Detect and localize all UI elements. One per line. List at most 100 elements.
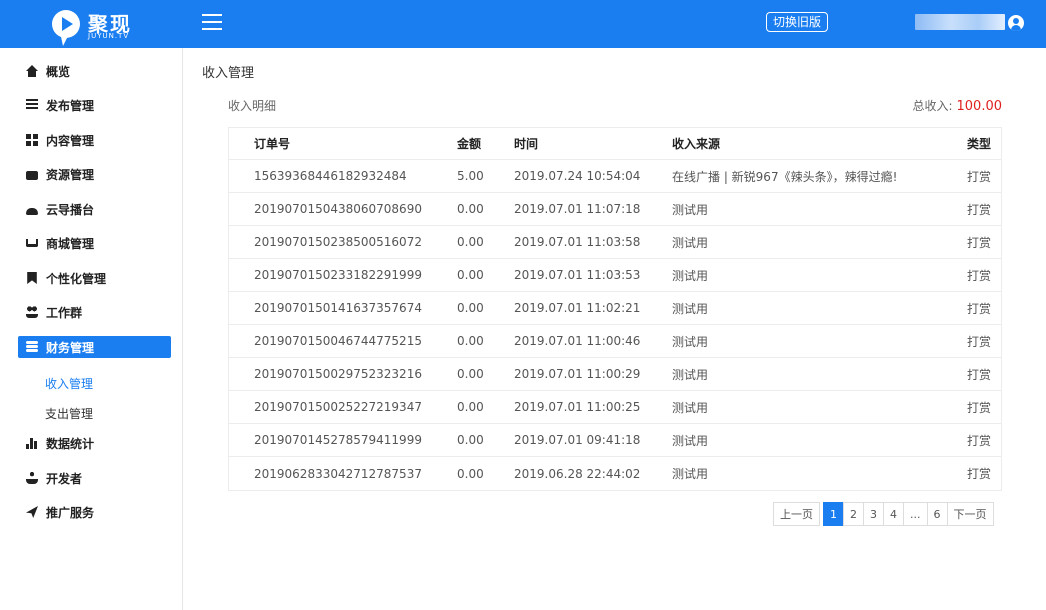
sidebar-item-label: 资源管理 [46, 167, 95, 182]
order-no-cell: 2019070150233182291999 [254, 268, 422, 282]
total-income: 总收入: 100.00 [912, 97, 1002, 114]
header-time: 时间 [514, 137, 539, 151]
sidebar-item-label: 发布管理 [46, 98, 95, 113]
amount-cell: 0.00 [457, 433, 484, 447]
sidebar-item-label: 工作群 [46, 305, 83, 320]
sidebar-item-resources[interactable]: 资源管理 [18, 163, 171, 185]
order-no-cell: 2019070145278579411999 [254, 433, 422, 447]
time-cell: 2019.07.01 11:03:58 [514, 235, 641, 249]
hdd-icon [26, 171, 38, 180]
send-icon [26, 506, 38, 518]
table-row: 2019070150141637357674 0.00 2019.07.01 11:… [229, 292, 1001, 325]
time-cell: 2019.07.01 11:03:53 [514, 268, 641, 282]
table-header-row: 订单号 金额 时间 收入来源 类型 [229, 128, 1001, 160]
sidebar: 概览 发布管理 内容管理 资源管理 云导播台 商城管理 个性化管理 工作群 财务… [0, 48, 183, 610]
type-cell: 打赏 [966, 268, 991, 283]
source-cell: 测试用 [672, 400, 709, 415]
page-6-button[interactable]: 6 [926, 502, 948, 526]
time-cell: 2019.07.01 11:00:25 [514, 400, 641, 414]
sidebar-item-finance[interactable]: 财务管理 [18, 336, 171, 358]
prev-page-button[interactable]: 上一页 [773, 502, 820, 526]
total-income-amount: 100.00 [956, 99, 1003, 114]
order-no-cell: 2019070150025227219347 [254, 400, 422, 414]
sidebar-subitem-income[interactable]: 收入管理 [45, 375, 93, 392]
cloud-icon [26, 207, 38, 215]
sidebar-item-cloud-director[interactable]: 云导播台 [18, 198, 171, 220]
table-row: 2019070150029752323216 0.00 2019.07.01 11:… [229, 358, 1001, 391]
amount-cell: 0.00 [457, 466, 484, 481]
amount-cell: 0.00 [457, 400, 484, 414]
page-1-button[interactable]: 1 [823, 502, 844, 526]
page-3-button[interactable]: 3 [863, 502, 884, 526]
sidebar-item-label: 概览 [46, 64, 71, 79]
next-page-button[interactable]: 下一页 [946, 502, 994, 526]
table-row: 2019070150025227219347 0.00 2019.07.01 11:… [229, 391, 1001, 424]
type-cell: 打赏 [966, 367, 991, 382]
time-cell: 2019.07.24 10:54:04 [514, 169, 641, 183]
table-row: 2019070150438060708690 0.00 2019.07.01 11:… [229, 193, 1001, 226]
order-no-cell: 2019070150438060708690 [254, 202, 422, 216]
sidebar-item-developer[interactable]: 开发者 [18, 467, 171, 489]
type-cell: 打赏 [966, 467, 991, 481]
username-masked[interactable] [915, 14, 1005, 30]
page-2-button[interactable]: 2 [843, 502, 864, 526]
type-cell: 打赏 [966, 433, 991, 448]
type-cell: 打赏 [966, 235, 991, 250]
table-row: 15639368446182932484 5.00 2019.07.24 10:54… [229, 160, 1001, 193]
source-cell: 测试用 [672, 467, 709, 481]
time-cell: 2019.06.28 22:44:02 [514, 466, 641, 481]
sidebar-item-label: 财务管理 [46, 340, 95, 355]
brand-logo[interactable]: 聚现 JUYUN.TV [52, 8, 172, 46]
sidebar-item-label: 推广服务 [46, 505, 95, 520]
page-4-button[interactable]: 4 [883, 502, 904, 526]
page-ellipsis: ... [903, 502, 928, 526]
pagination: 上一页 1 2 3 4 ... 6 下一页 [773, 502, 994, 526]
header-source: 收入来源 [672, 137, 721, 151]
type-cell: 打赏 [966, 202, 991, 217]
switch-old-version-button[interactable]: 切换旧版 [766, 12, 829, 32]
user-avatar-icon[interactable] [1008, 15, 1024, 31]
database-icon [26, 341, 38, 353]
sidebar-item-label: 个性化管理 [46, 271, 107, 286]
sidebar-item-label: 云导播台 [46, 202, 95, 217]
cart-icon [26, 239, 38, 247]
amount-cell: 5.00 [457, 169, 484, 183]
amount-cell: 0.00 [457, 235, 484, 249]
sidebar-subitem-expense[interactable]: 支出管理 [45, 405, 93, 422]
source-cell: 测试用 [672, 202, 709, 217]
hamburger-menu-icon[interactable] [202, 14, 222, 32]
header-amount: 金额 [457, 137, 482, 151]
amount-cell: 0.00 [457, 268, 484, 282]
brand-domain: JUYUN.TV [88, 32, 130, 40]
amount-cell: 0.00 [457, 334, 484, 348]
sidebar-item-label: 开发者 [46, 471, 83, 486]
order-no-cell: 15639368446182932484 [254, 169, 407, 183]
top-bar: 聚现 JUYUN.TV 切换旧版 [0, 0, 1046, 48]
sidebar-item-publish[interactable]: 发布管理 [18, 94, 171, 116]
sidebar-item-overview[interactable]: 概览 [18, 60, 171, 82]
table-row: 2019070150046744775215 0.00 2019.07.01 11:… [229, 325, 1001, 358]
type-cell: 打赏 [966, 334, 991, 349]
type-cell: 打赏 [966, 400, 991, 415]
sidebar-item-promotion[interactable]: 推广服务 [18, 501, 171, 523]
source-cell: 测试用 [672, 367, 709, 382]
time-cell: 2019.07.01 09:41:18 [514, 433, 641, 447]
table-row: 2019070150233182291999 0.00 2019.07.01 11:… [229, 259, 1001, 292]
source-cell: 在线广播 | 新锐967《辣头条》，辣得过瘾! [672, 169, 898, 184]
sidebar-item-workgroup[interactable]: 工作群 [18, 301, 171, 323]
grid-icon [26, 134, 38, 146]
table-row: 2019070150238500516072 0.00 2019.07.01 11:… [229, 226, 1001, 259]
total-income-label: 总收入: [912, 99, 953, 113]
sidebar-item-personalization[interactable]: 个性化管理 [18, 267, 171, 289]
sidebar-item-statistics[interactable]: 数据统计 [18, 432, 171, 454]
user-icon [26, 472, 38, 484]
order-no-cell: 2019062833042712787537 [254, 466, 422, 481]
page-title: 收入管理 [202, 66, 255, 81]
time-cell: 2019.07.01 11:02:21 [514, 301, 641, 315]
table-row: 2019070145278579411999 0.00 2019.07.01 09:… [229, 424, 1001, 457]
home-icon [26, 65, 38, 77]
sidebar-item-label: 内容管理 [46, 133, 95, 148]
sidebar-item-mall[interactable]: 商城管理 [18, 232, 171, 254]
sidebar-item-label: 数据统计 [46, 436, 95, 451]
sidebar-item-content[interactable]: 内容管理 [18, 129, 171, 151]
